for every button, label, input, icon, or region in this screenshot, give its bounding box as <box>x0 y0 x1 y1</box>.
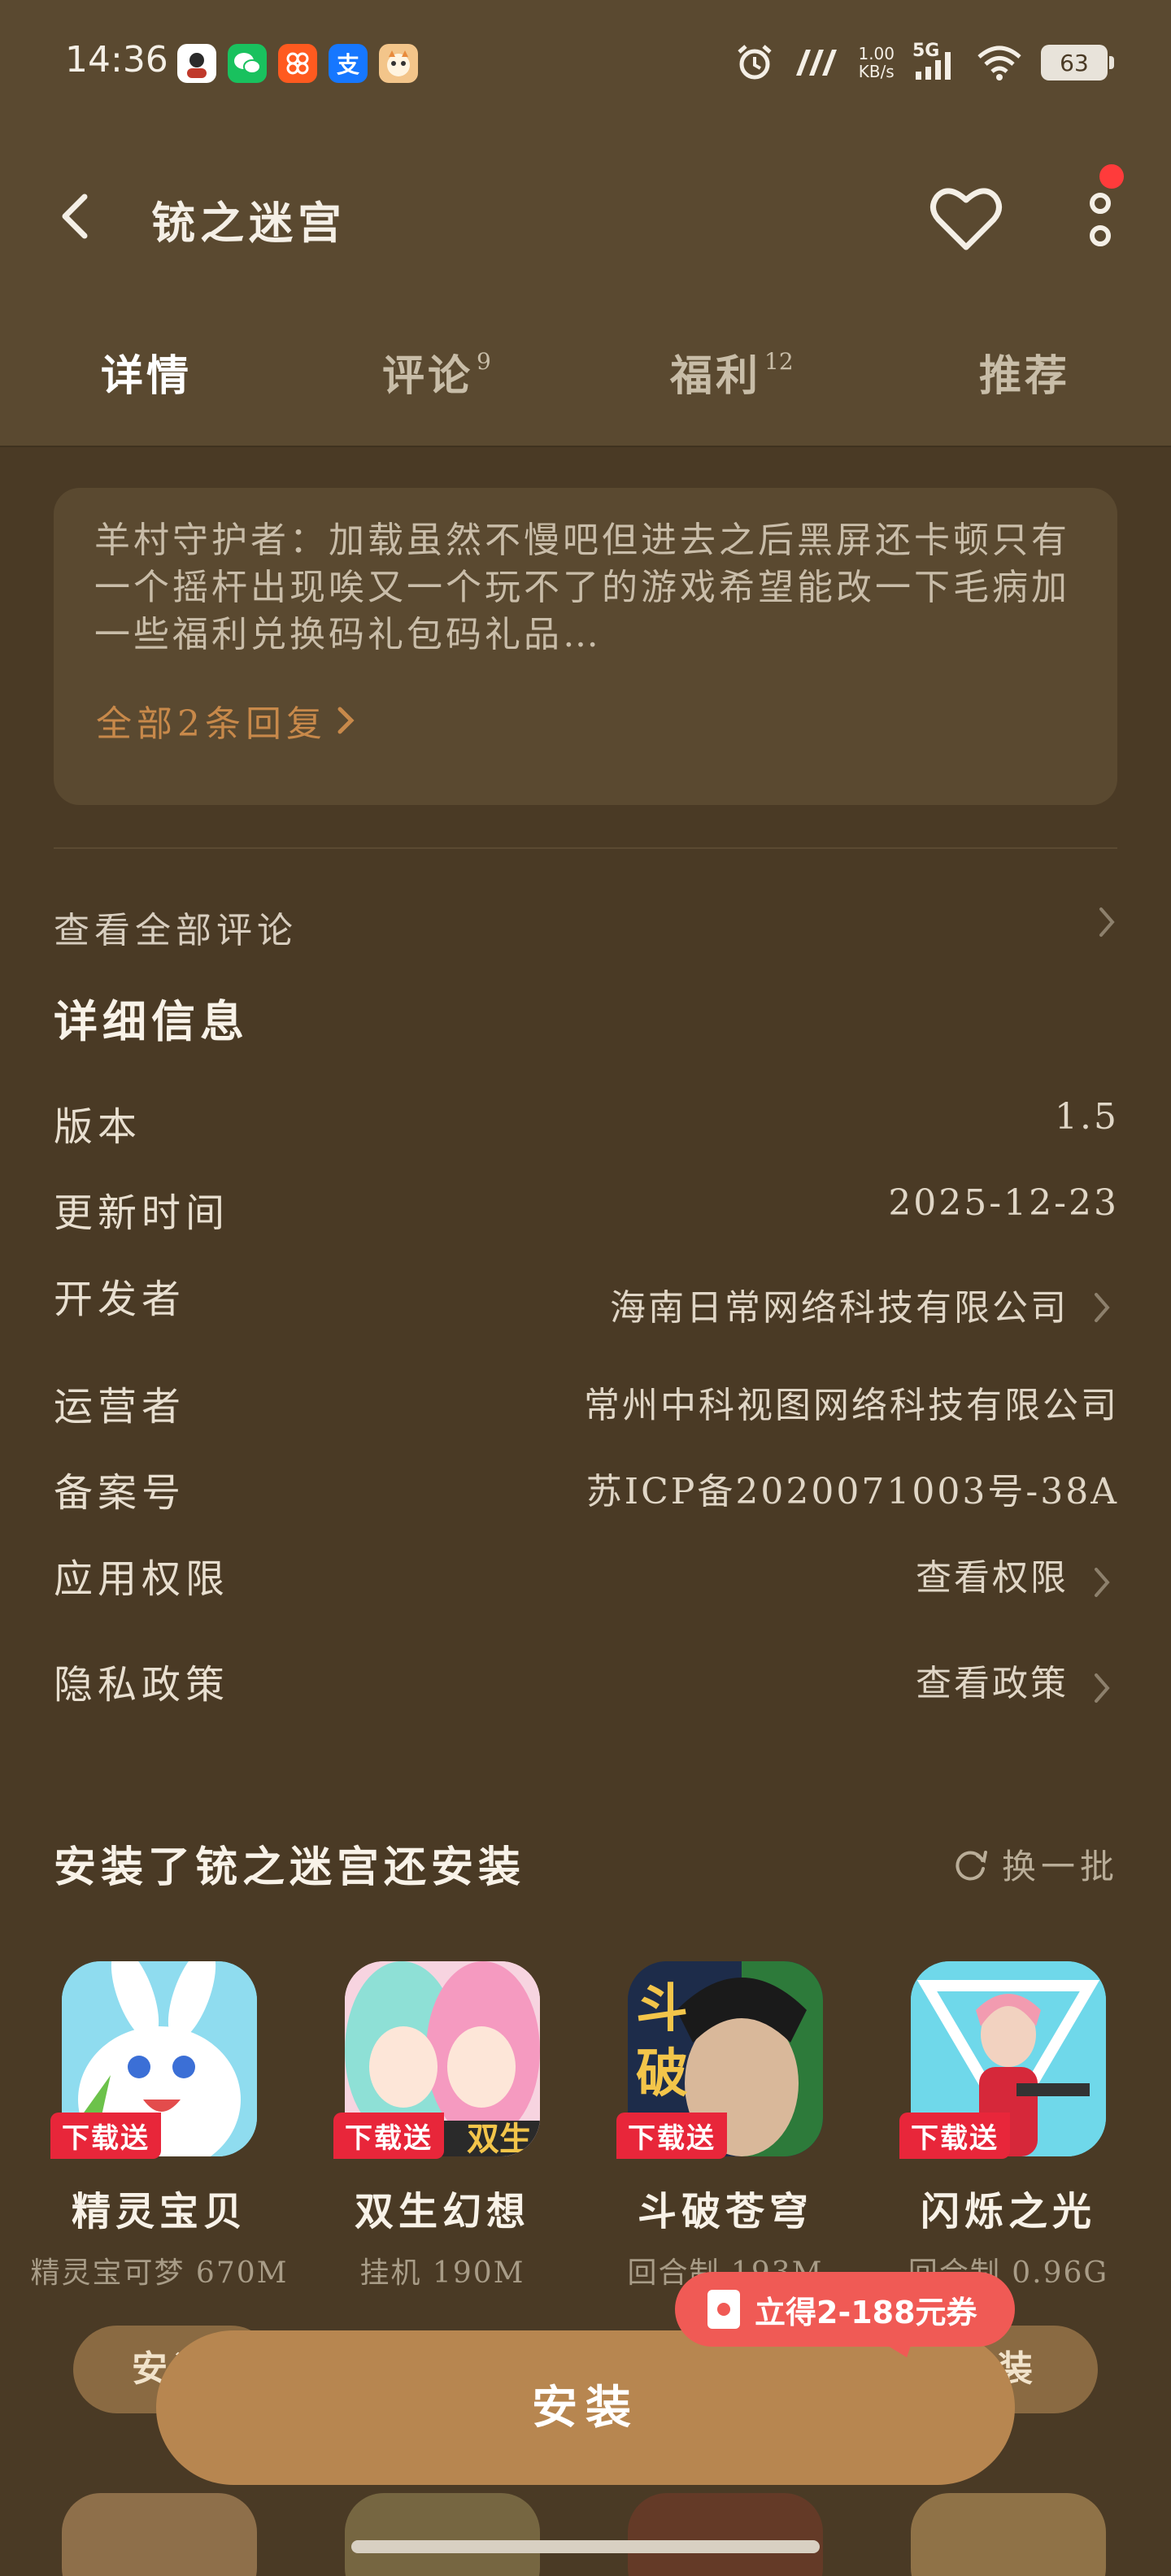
download-gift-badge: 下载送 <box>333 2113 444 2159</box>
notification-dot <box>1099 164 1124 189</box>
recommended-app-3[interactable]: 斗破 下载送 斗破苍穹 回合制 193M <box>587 1961 831 2290</box>
download-gift-badge: 下载送 <box>899 2113 1010 2159</box>
wechat-icon <box>228 44 267 83</box>
info-row-version: 版本 1.5 <box>54 1096 1119 1150</box>
review-reply-card[interactable]: 羊村守护者：加载虽然不慢吧但进去之后黑屏还卡顿只有一个摇杆出现唉又一个玩不了的游… <box>54 488 1117 805</box>
see-all-reviews-row[interactable]: 查看全部评论 <box>54 890 1119 955</box>
system-status: 1.00 KB/s 5G 63 <box>734 41 1114 83</box>
red-envelope-icon <box>707 2290 740 2329</box>
notification-icons: 支 <box>177 44 418 83</box>
tab-details[interactable]: 详情 <box>101 342 192 402</box>
alipay-icon: 支 <box>329 44 368 83</box>
info-row-privacy[interactable]: 隐私政策 查看政策 <box>54 1652 1119 1717</box>
game-mascot-icon <box>379 44 418 83</box>
coupon-bubble[interactable]: 立得2-188元券 <box>675 2272 1015 2347</box>
heart-icon <box>930 188 1002 250</box>
network-speed: 1.00 KB/s <box>858 44 895 81</box>
status-time: 14:36 <box>65 39 168 80</box>
cellular-signal-icon: 5G <box>912 41 958 81</box>
back-button[interactable] <box>49 184 114 249</box>
info-row-permissions[interactable]: 应用权限 查看权限 <box>54 1547 1119 1612</box>
recommended-app-2[interactable]: 双生 下载送 双生幻想 挂机 190M <box>304 1961 548 2290</box>
info-row-icp: 备案号 苏ICP备2020071003号-38A <box>54 1470 1119 1516</box>
recommended-app-1[interactable]: 下载送 精灵宝贝 精灵宝可梦 670M <box>21 1961 287 2290</box>
next-row-app-icon <box>62 2493 257 2576</box>
favorite-button[interactable] <box>927 182 1005 255</box>
reply-text: 羊村守护者：加载虽然不慢吧但进去之后黑屏还卡顿只有一个摇杆出现唉又一个玩不了的游… <box>94 520 1070 655</box>
chevron-right-icon <box>1095 1568 1110 1597</box>
back-arrow-icon <box>62 194 88 239</box>
chevron-right-icon <box>337 707 355 734</box>
chevron-right-icon <box>1095 1293 1110 1322</box>
download-gift-badge: 下载送 <box>50 2113 161 2159</box>
more-dots-icon <box>1090 193 1111 246</box>
download-gift-badge: 下载送 <box>616 2113 727 2159</box>
title-bar: 铳之迷宫 <box>0 171 1171 260</box>
tab-reviews[interactable]: 评论 9 <box>382 342 491 402</box>
battery-indicator: 63 <box>1041 45 1114 80</box>
also-installed-title: 安装了铳之迷宫还安装 <box>54 1843 526 1892</box>
more-options-button[interactable] <box>1073 177 1127 259</box>
next-row-app-icon <box>345 2493 540 2576</box>
info-row-operator: 运营者 常州中科视图网络科技有限公司 <box>54 1384 1119 1429</box>
divider <box>54 847 1117 849</box>
refresh-icon <box>956 1850 987 1880</box>
tab-recommended[interactable]: 推荐 <box>979 342 1070 402</box>
svg-text:斗: 斗 <box>636 1978 688 2039</box>
chevron-right-icon <box>1095 1673 1110 1703</box>
tab-bar: 详情 评论 9 福利 12 推荐 <box>0 342 1171 431</box>
chevron-right-icon <box>1099 907 1115 937</box>
svg-text:双生: 双生 <box>467 2120 532 2156</box>
view-replies-link[interactable]: 全部2条回复 <box>96 694 358 746</box>
wifi-icon <box>977 46 1021 80</box>
recommended-app-4[interactable]: 下载送 闪烁之光 回合制 0.96G <box>870 1961 1114 2290</box>
refresh-batch-button[interactable]: 换一批 <box>950 1839 1119 1889</box>
info-row-update-time: 更新时间 2025-12-23 <box>54 1182 1119 1236</box>
avatar-app-icon <box>177 44 216 83</box>
hd-signal-icon <box>796 50 838 76</box>
details-section-title: 详细信息 <box>54 995 249 1047</box>
info-row-developer[interactable]: 开发者 海南日常网络科技有限公司 <box>54 1267 1119 1332</box>
page-title: 铳之迷宫 <box>151 197 346 249</box>
svg-text:破: 破 <box>636 2043 688 2104</box>
home-indicator[interactable] <box>351 2540 820 2553</box>
alarm-icon <box>738 45 773 80</box>
tab-benefits[interactable]: 福利 12 <box>670 342 794 402</box>
next-row-app-icon <box>628 2493 823 2576</box>
next-row-app-icon <box>911 2493 1106 2576</box>
status-bar: 14:36 支 1.00 KB/s 5G 63 <box>0 33 1171 94</box>
taobao-icon <box>278 44 317 83</box>
